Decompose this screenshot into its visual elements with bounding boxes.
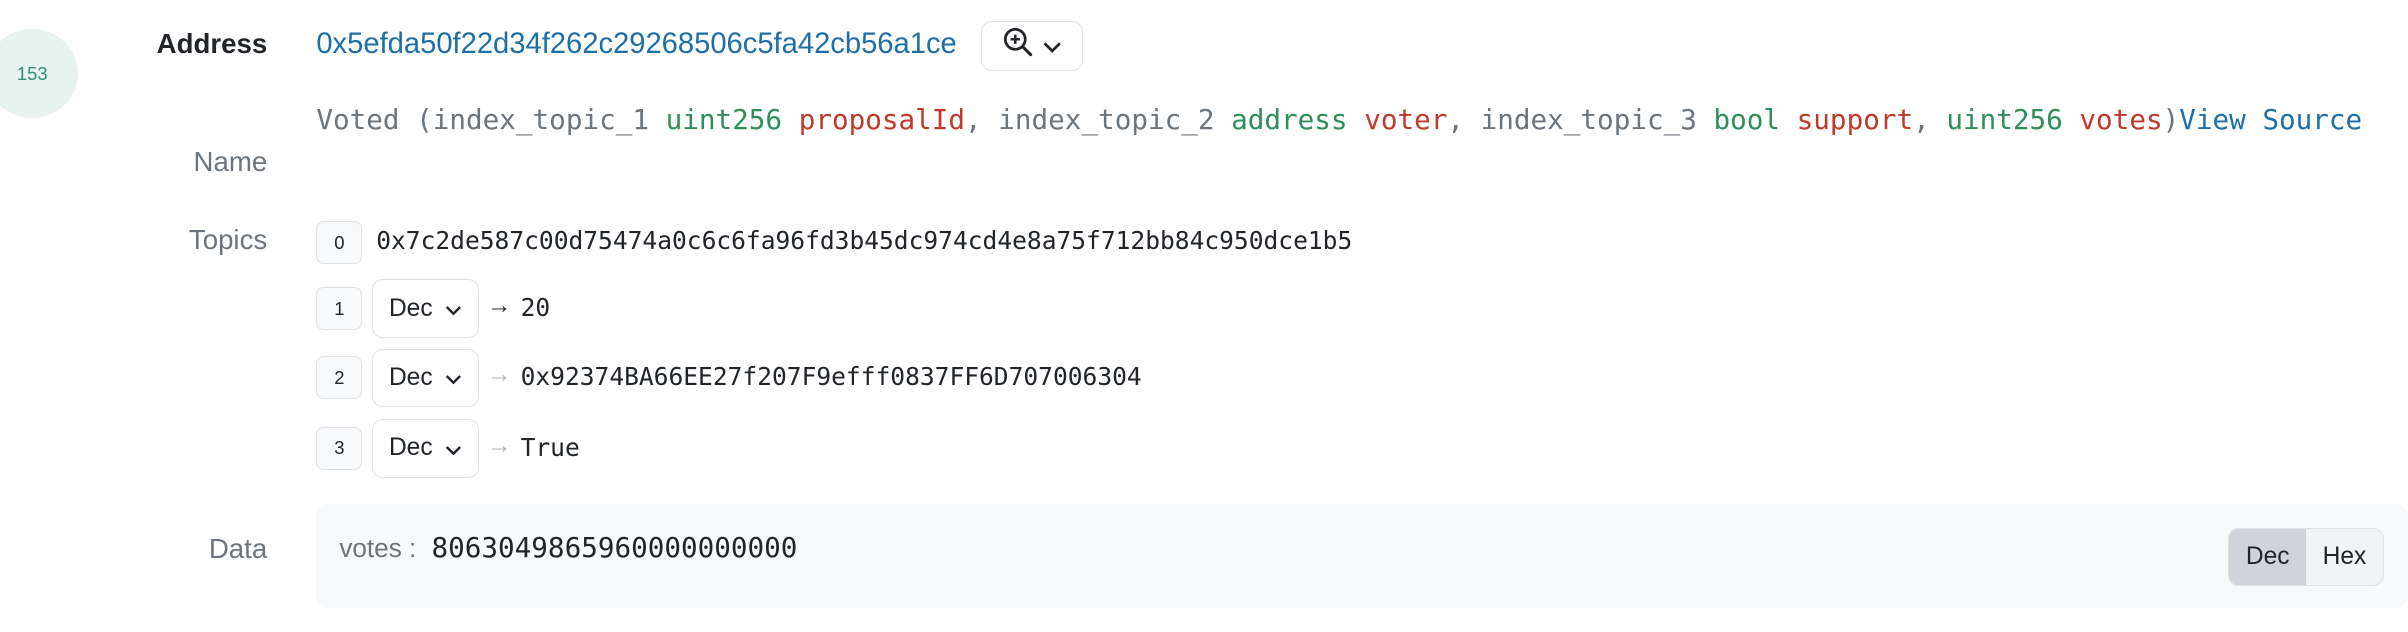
data-format-hex-button[interactable]: Hex <box>2306 529 2383 584</box>
topic-1-format-select[interactable]: Dec <box>371 279 480 338</box>
signature-param-3-name: support <box>1796 103 1914 137</box>
signature-param-2-type: address <box>1231 103 1348 137</box>
contract-address-link[interactable]: 0x5efda50f22d34f262c29268506c5fa42cb56a1… <box>316 28 956 61</box>
signature-param-2-separator: , <box>1447 103 1481 137</box>
chevron-down-icon <box>1043 32 1061 60</box>
signature-param-4-type: uint256 <box>1946 103 2063 137</box>
signature-param-3-separator: , <box>1913 103 1947 137</box>
topic-2-format-value: Dec <box>388 363 433 391</box>
name-label: Name <box>193 145 268 177</box>
event-signature: Voted (index_topic_1 uint256 proposalId,… <box>316 98 2382 143</box>
data-format-dec-button[interactable]: Dec <box>2229 529 2307 585</box>
topic-1-arrow: → <box>486 291 512 319</box>
topic-2-address-link[interactable]: 0x92374BA66EE27f207F9efff0837FF6D7070063… <box>521 362 1142 391</box>
topic-3-format-value: Dec <box>388 434 433 462</box>
topic-3-value: True <box>520 433 580 463</box>
event-log-entry: 153 Address 0x5efda50f22d34f262c29268506… <box>0 0 2408 614</box>
signature-param-1-name: proposalId <box>798 103 966 137</box>
signature-param-1-indexed: index_topic_1 <box>432 103 649 137</box>
signature-param-3-type: bool <box>1713 103 1781 137</box>
topic-index-2: 2 <box>316 356 363 400</box>
topic-3-arrow: → <box>486 431 512 459</box>
signature-param-4-name: votes <box>2079 103 2163 137</box>
topic-index-1: 1 <box>316 287 363 331</box>
data-value: 8063049865960000000000 <box>431 531 798 565</box>
signature-param-1-type: uint256 <box>665 103 783 137</box>
signature-param-3-indexed: index_topic_3 <box>1480 103 1697 137</box>
topic-3-format-select[interactable]: Dec <box>371 419 480 478</box>
data-panel: votes : 8063049865960000000000 Dec Hex <box>316 503 2408 609</box>
event-signature-suffix: ) <box>2162 103 2180 137</box>
topic-index-3: 3 <box>316 426 363 470</box>
chevron-down-icon <box>445 364 462 392</box>
topic-1-value: 20 <box>520 293 551 323</box>
topic-1-format-value: Dec <box>388 294 433 322</box>
topic-2-format-select[interactable]: Dec <box>371 348 480 407</box>
data-key: votes : <box>339 532 417 563</box>
zoom-in-icon <box>1003 27 1034 65</box>
topics-label: Topics <box>188 224 268 256</box>
chevron-down-icon <box>445 434 462 462</box>
topic-2-arrow: → <box>486 360 512 388</box>
topic-0-value: 0x7c2de587c00d75474a0c6c6fa96fd3b45dc974… <box>376 225 1353 255</box>
signature-param-1-separator: , <box>965 103 999 137</box>
chevron-down-icon <box>445 295 462 323</box>
signature-param-2-name: voter <box>1364 103 1448 137</box>
topic-index-0: 0 <box>316 221 363 265</box>
address-zoom-dropdown-button[interactable] <box>981 21 1083 71</box>
view-source-link[interactable]: View Source <box>2179 103 2362 136</box>
signature-param-2-indexed: index_topic_2 <box>998 103 1215 137</box>
address-label: Address <box>156 27 268 59</box>
event-signature-prefix: Voted ( <box>316 103 433 137</box>
data-format-toggle: Dec Hex <box>2228 528 2384 586</box>
data-label: Data <box>208 532 268 564</box>
